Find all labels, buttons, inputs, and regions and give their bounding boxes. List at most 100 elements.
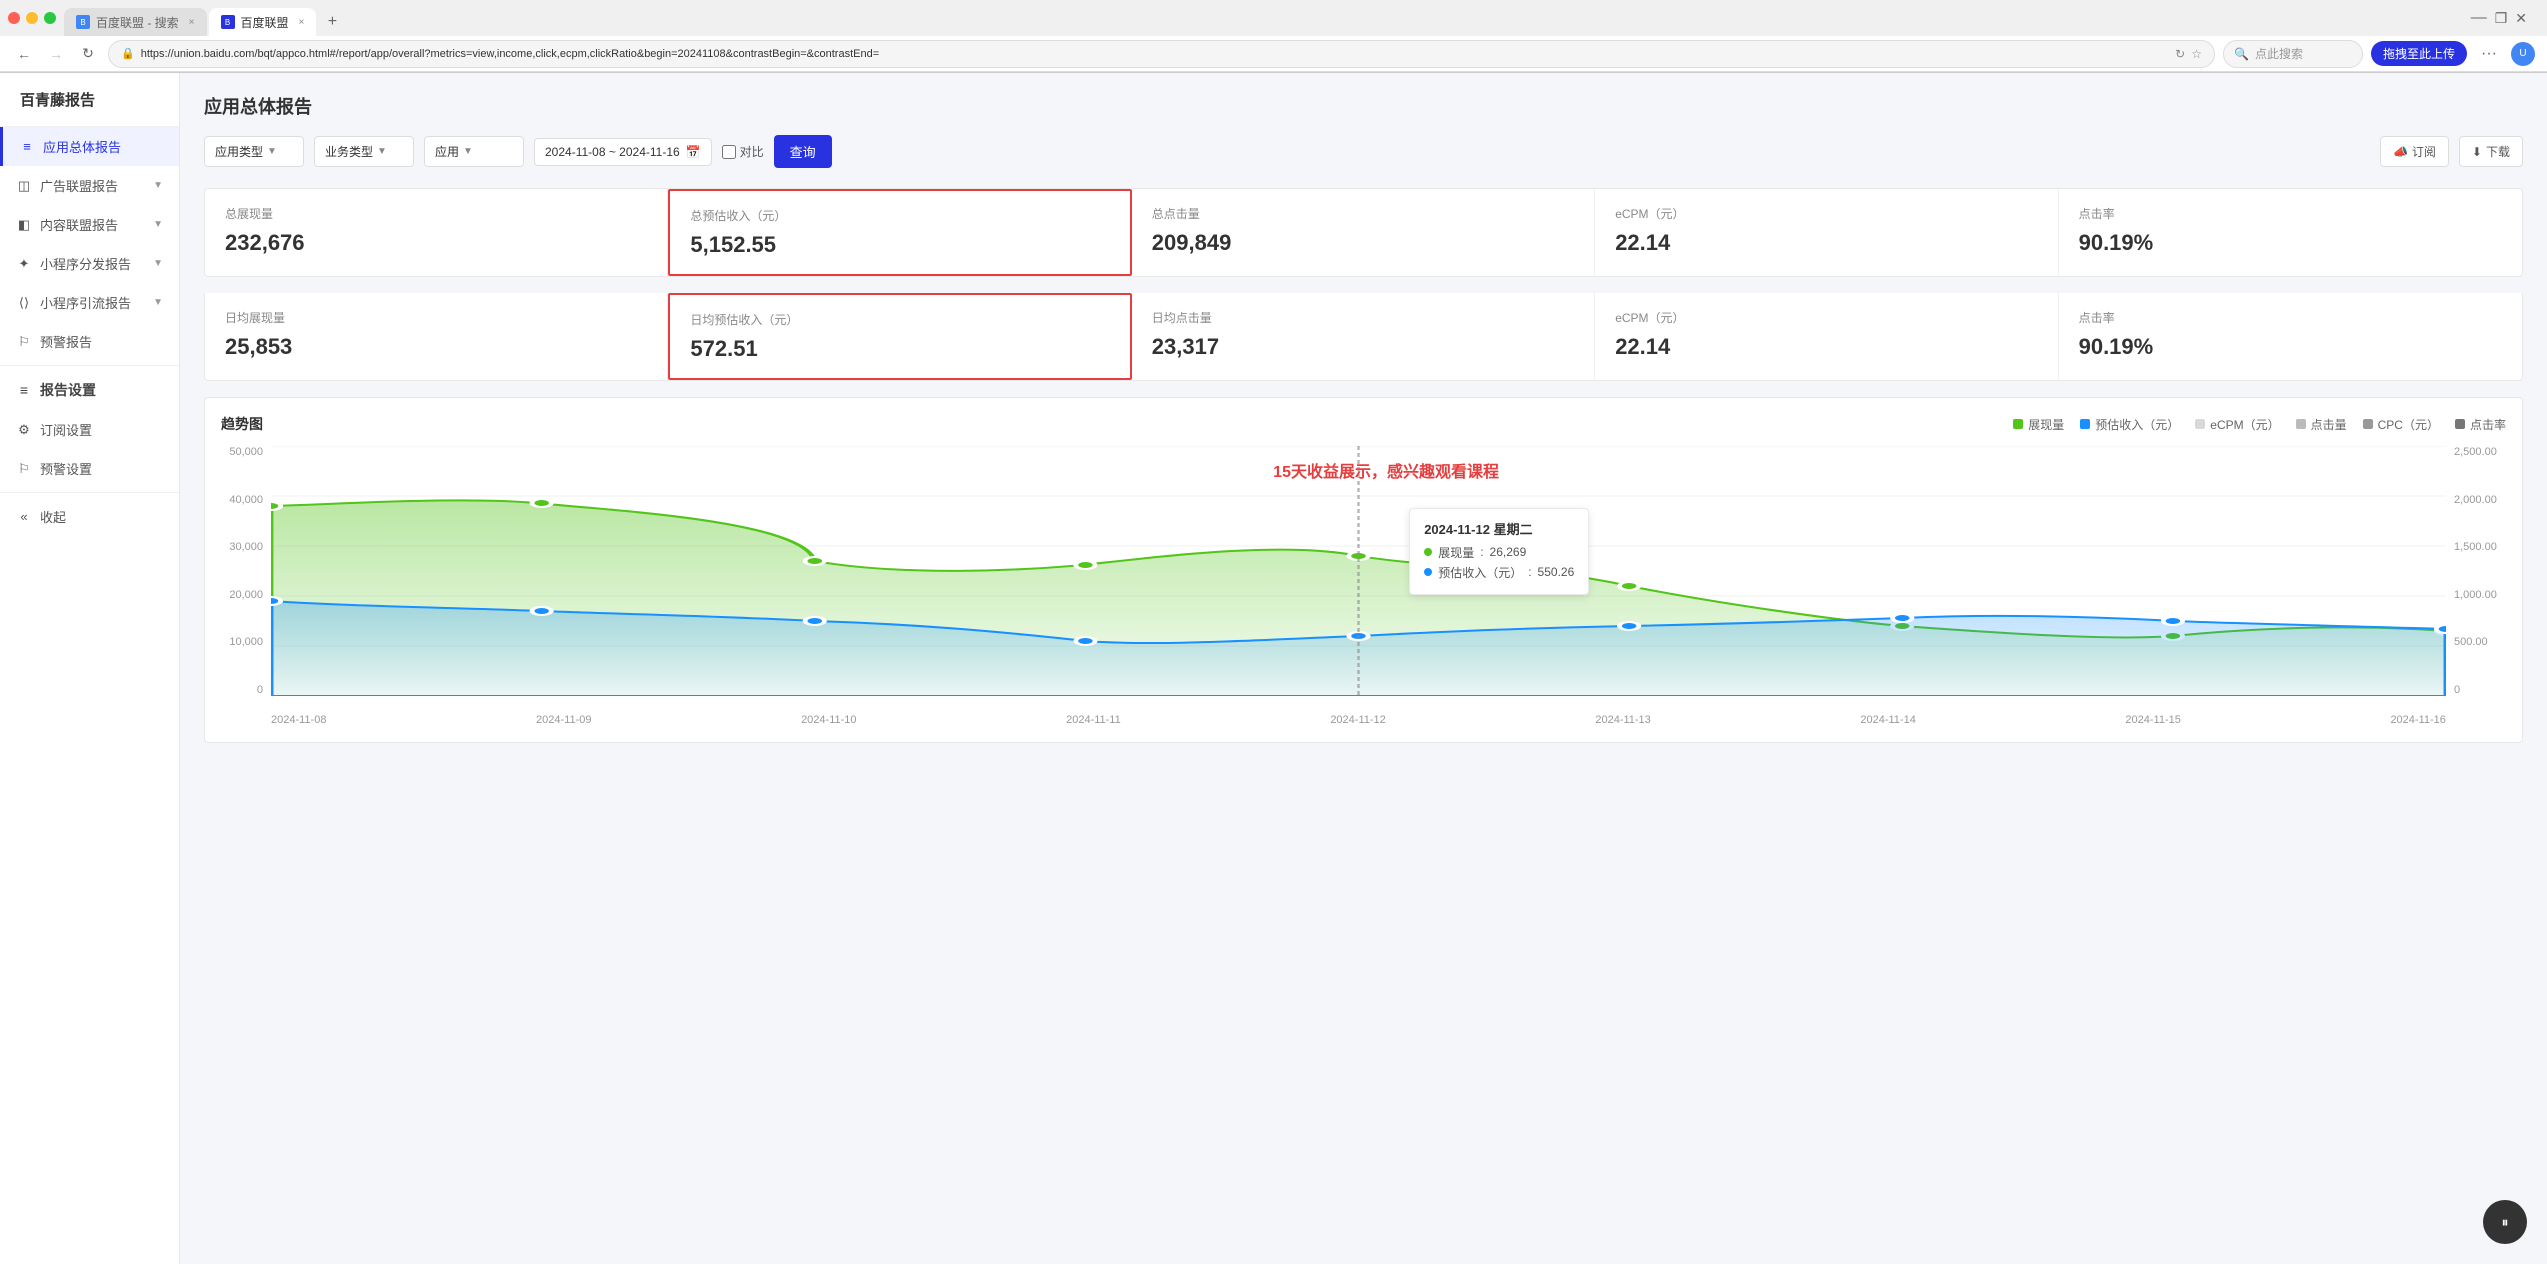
tooltip-income-item: 预估收入（元） : 550.26 bbox=[1424, 564, 1574, 581]
star-icon[interactable]: ☆ bbox=[2191, 47, 2202, 61]
back-btn[interactable]: ← bbox=[12, 42, 36, 66]
app-type-select[interactable]: 应用类型 ▼ bbox=[204, 136, 304, 167]
legend-dot-income bbox=[2080, 419, 2090, 429]
mini-dist-icon: ✦ bbox=[16, 256, 32, 272]
close-window-btn[interactable] bbox=[8, 12, 20, 24]
content-alliance-icon: ◧ bbox=[16, 217, 32, 233]
stat-total-clicks: 总点击量 209,849 bbox=[1132, 189, 1595, 276]
sidebar-label-warning-settings: 预警设置 bbox=[40, 459, 163, 478]
legend-income: 预估收入（元） bbox=[2080, 416, 2179, 433]
legend-cpc: CPC（元） bbox=[2363, 416, 2439, 433]
stat-total-income-label: 总预估收入（元） bbox=[690, 207, 1109, 224]
maximize-window-btn[interactable] bbox=[44, 12, 56, 24]
y-right-1: 500.00 bbox=[2454, 636, 2506, 648]
download-icon: ⬇ bbox=[2472, 145, 2482, 159]
app-label: 应用 bbox=[435, 143, 459, 160]
stat-daily-ecpm: eCPM（元） 22.14 bbox=[1595, 293, 2058, 380]
stat-daily-ecpm-label: eCPM（元） bbox=[1615, 309, 2037, 326]
tooltip-views-label: 展现量 bbox=[1438, 544, 1474, 561]
sidebar-item-collapse[interactable]: « 收起 bbox=[0, 497, 179, 536]
date-range-picker[interactable]: 2024-11-08 ~ 2024-11-16 📅 bbox=[534, 138, 712, 166]
chart-svg-area[interactable] bbox=[271, 446, 2446, 696]
legend-dot-cpc bbox=[2363, 419, 2373, 429]
window-minimize-icon[interactable]: — bbox=[2471, 9, 2487, 27]
compare-input[interactable] bbox=[722, 145, 736, 159]
warning-report-icon: ⚐ bbox=[16, 334, 32, 350]
legend-dot-views bbox=[2013, 419, 2023, 429]
sidebar-item-ad-alliance[interactable]: ◫ 广告联盟报告 ▼ bbox=[0, 166, 179, 205]
app-select[interactable]: 应用 ▼ bbox=[424, 136, 524, 167]
sidebar-item-warning-report[interactable]: ⚐ 预警报告 bbox=[0, 322, 179, 361]
x-label-3: 2024-11-11 bbox=[1066, 714, 1121, 726]
tab1-close[interactable]: × bbox=[189, 17, 195, 28]
app-overall-icon: ≡ bbox=[19, 139, 35, 155]
browser-more-btn[interactable]: ··· bbox=[2475, 45, 2503, 63]
y-right-0: 0 bbox=[2454, 684, 2506, 696]
sidebar-label-collapse: 收起 bbox=[40, 507, 163, 526]
stat-daily-ecpm-value: 22.14 bbox=[1615, 334, 2037, 360]
stat-click-rate: 点击率 90.19% bbox=[2059, 189, 2522, 276]
x-label-1: 2024-11-09 bbox=[536, 714, 591, 726]
sidebar-item-content-alliance[interactable]: ◧ 内容联盟报告 ▼ bbox=[0, 205, 179, 244]
chart-y-axis-left: 50,000 40,000 30,000 20,000 10,000 0 bbox=[221, 446, 271, 696]
sidebar-item-mini-dist[interactable]: ✦ 小程序分发报告 ▼ bbox=[0, 244, 179, 283]
stat-total-clicks-label: 总点击量 bbox=[1152, 205, 1574, 222]
sidebar-item-app-overall[interactable]: ≡ 应用总体报告 bbox=[0, 127, 179, 166]
upload-btn[interactable]: 拖拽至此上传 bbox=[2371, 41, 2467, 66]
sidebar-label-app-overall: 应用总体报告 bbox=[43, 137, 163, 156]
warning-settings-icon: ⚐ bbox=[16, 461, 32, 477]
reload-icon[interactable]: ↻ bbox=[2175, 47, 2185, 61]
tooltip-income-label: 预估收入（元） bbox=[1438, 564, 1522, 581]
forward-btn[interactable]: → bbox=[44, 42, 68, 66]
download-btn[interactable]: ⬇ 下载 bbox=[2459, 136, 2523, 167]
window-restore-icon[interactable]: ❐ bbox=[2495, 10, 2508, 27]
subscribe-label: 订阅 bbox=[2412, 143, 2436, 160]
tooltip-views-item: 展现量 : 26,269 bbox=[1424, 544, 1574, 561]
legend-label-cpc: CPC（元） bbox=[2378, 416, 2439, 433]
refresh-btn[interactable]: ↻ bbox=[76, 42, 100, 66]
sidebar-item-subscription[interactable]: ⚙ 订阅设置 bbox=[0, 410, 179, 449]
url-bar[interactable]: 🔒 https://union.baidu.com/bqt/appco.html… bbox=[108, 40, 2215, 68]
chart-container[interactable]: 50,000 40,000 30,000 20,000 10,000 0 2,5… bbox=[221, 446, 2506, 726]
window-close-icon[interactable]: ✕ bbox=[2515, 10, 2527, 27]
chart-x-axis: 2024-11-08 2024-11-09 2024-11-10 2024-11… bbox=[271, 714, 2446, 726]
query-btn[interactable]: 查询 bbox=[774, 135, 832, 168]
browser-tab-1[interactable]: B 百度联盟 - 搜索 × bbox=[64, 8, 207, 36]
x-label-2: 2024-11-10 bbox=[801, 714, 856, 726]
browser-avatar[interactable]: U bbox=[2511, 42, 2535, 66]
stat-total-views: 总展现量 232,676 bbox=[205, 189, 668, 276]
stats-row-1: 总展现量 232,676 总预估收入（元） 5,152.55 总点击量 209,… bbox=[204, 188, 2523, 277]
sidebar-label-content-alliance: 内容联盟报告 bbox=[40, 215, 145, 234]
search-placeholder: 点此搜索 bbox=[2255, 45, 2303, 62]
ad-alliance-arrow: ▼ bbox=[153, 180, 163, 191]
stat-total-views-label: 总展现量 bbox=[225, 205, 647, 222]
filter-bar: 应用类型 ▼ 业务类型 ▼ 应用 ▼ 2024-11-08 ~ 2024-11-… bbox=[204, 135, 2523, 168]
sidebar-logo: 百青藤报告 bbox=[0, 73, 179, 127]
subscribe-btn[interactable]: 📣 订阅 bbox=[2380, 136, 2449, 167]
stat-total-clicks-value: 209,849 bbox=[1152, 230, 1574, 256]
minimize-window-btn[interactable] bbox=[26, 12, 38, 24]
legend-clicks: 点击量 bbox=[2296, 416, 2347, 433]
sidebar-settings-label: 报告设置 bbox=[40, 380, 96, 400]
legend-views: 展现量 bbox=[2013, 416, 2064, 433]
browser-search-box[interactable]: 🔍 点此搜索 bbox=[2223, 40, 2363, 68]
stat-daily-clicks: 日均点击量 23,317 bbox=[1132, 293, 1595, 380]
business-type-select[interactable]: 业务类型 ▼ bbox=[314, 136, 414, 167]
new-tab-btn[interactable]: + bbox=[318, 8, 346, 36]
sidebar-item-mini-flow[interactable]: ⟨⟩ 小程序引流报告 ▼ bbox=[0, 283, 179, 322]
legend-label-income: 预估收入（元） bbox=[2095, 416, 2179, 433]
tooltip-income-value: 550.26 bbox=[1538, 565, 1575, 579]
legend-dot-clicks bbox=[2296, 419, 2306, 429]
business-type-arrow: ▼ bbox=[377, 146, 387, 157]
y-right-3: 1,500.00 bbox=[2454, 541, 2506, 553]
float-btn-icon: ⏸ bbox=[2502, 1214, 2509, 1231]
stat-daily-views-value: 25,853 bbox=[225, 334, 647, 360]
legend-label-click-rate: 点击率 bbox=[2470, 416, 2506, 433]
sidebar-item-warning-settings[interactable]: ⚐ 预警设置 bbox=[0, 449, 179, 488]
float-btn[interactable]: ⏸ bbox=[2483, 1200, 2527, 1244]
compare-checkbox[interactable]: 对比 bbox=[722, 143, 764, 160]
chart-title: 趋势图 bbox=[221, 414, 263, 434]
browser-title-bar: B 百度联盟 - 搜索 × B 百度联盟 × + — ❐ ✕ bbox=[0, 0, 2547, 36]
tab2-close[interactable]: × bbox=[299, 17, 305, 28]
browser-tab-2[interactable]: B 百度联盟 × bbox=[209, 8, 317, 36]
